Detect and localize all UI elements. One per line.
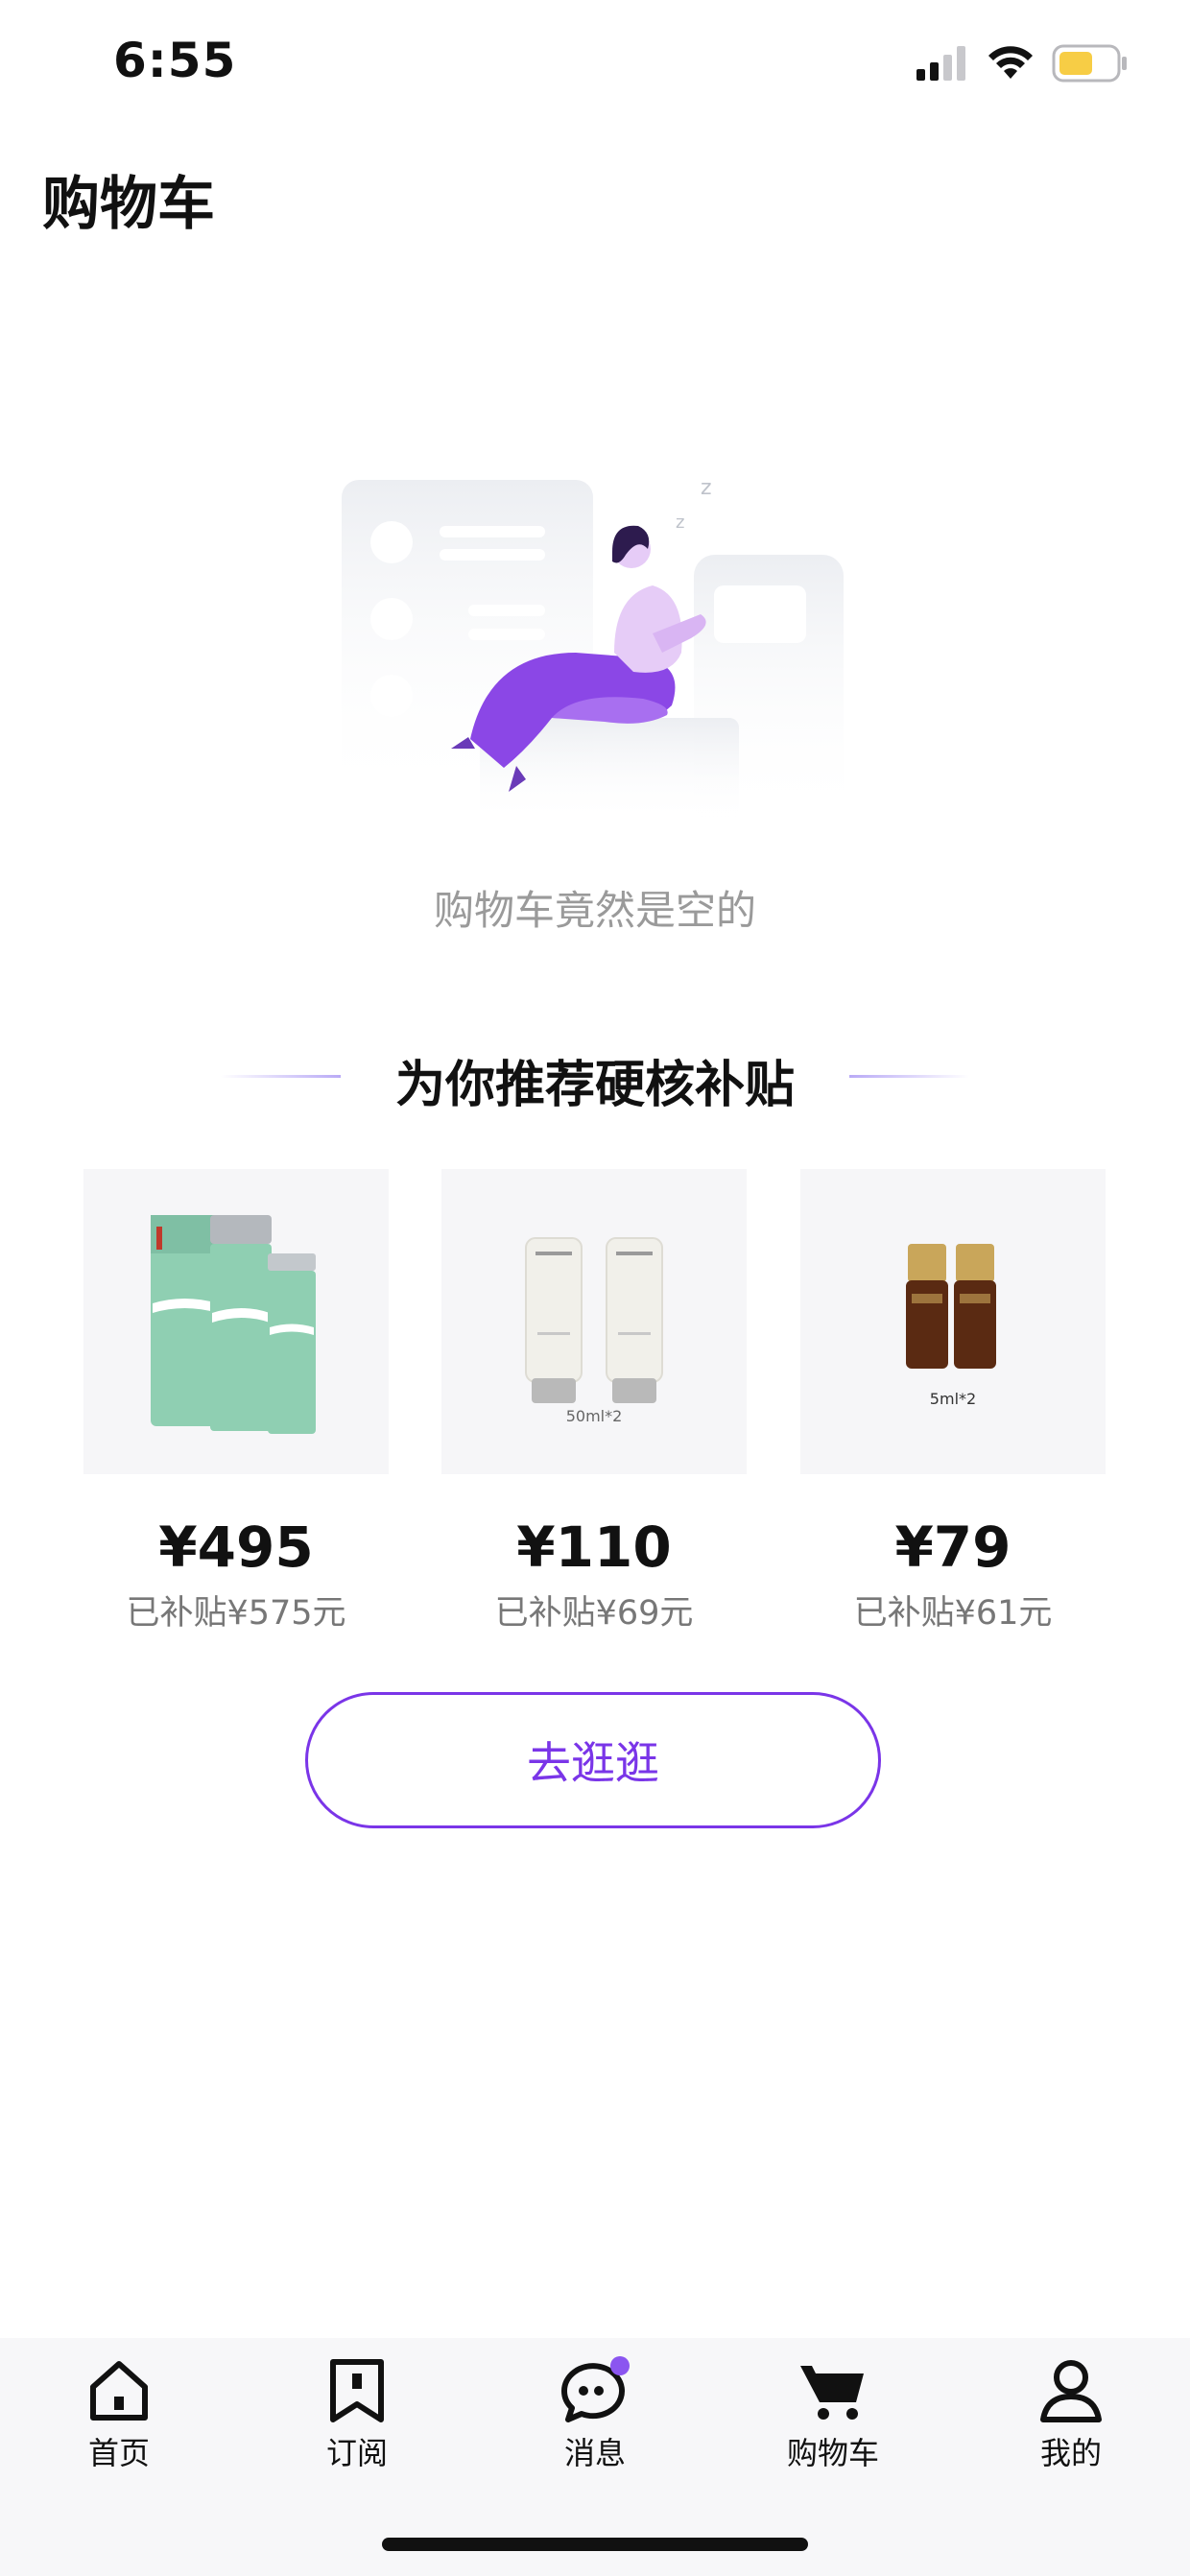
- product-price: ¥79: [894, 1515, 1012, 1580]
- product-subsidy: 已补贴¥69元: [494, 1594, 694, 1633]
- tab-profile[interactable]: 我的: [975, 2356, 1167, 2473]
- bookmark-icon: [330, 2359, 384, 2422]
- profile-icon: [1040, 2360, 1102, 2422]
- tab-label-profile: 我的: [1039, 2435, 1102, 2471]
- message-icon: [561, 2356, 630, 2422]
- cart-icon: [800, 2366, 864, 2420]
- recommend-section-title: 为你推荐硬核补贴: [394, 1057, 795, 1114]
- product-card-lancome[interactable]: 50ml*2: [441, 1169, 747, 1474]
- product-price: ¥495: [158, 1515, 314, 1580]
- product-image-esteelauder: [906, 1244, 996, 1369]
- product-card-esteelauder[interactable]: 5ml*2: [800, 1169, 1106, 1474]
- home-indicator: [382, 2538, 808, 2551]
- status-time: 6:55: [113, 33, 237, 88]
- tab-label-subscribe: 订阅: [325, 2435, 388, 2471]
- product-subsidy: 已补贴¥61元: [853, 1594, 1053, 1633]
- product-price: ¥110: [516, 1515, 672, 1580]
- product-image-biotherm: [151, 1215, 316, 1434]
- tab-label-home: 首页: [87, 2435, 150, 2471]
- tab-cart[interactable]: 购物车: [737, 2356, 929, 2473]
- wifi-icon: [988, 46, 1033, 79]
- tab-home[interactable]: 首页: [23, 2356, 215, 2473]
- page-title: 购物车: [42, 171, 215, 238]
- svg-text:z: z: [701, 476, 712, 500]
- tab-messages[interactable]: 消息: [499, 2356, 691, 2473]
- empty-cart-illustration: z z: [342, 476, 844, 823]
- tab-subscribe[interactable]: 订阅: [261, 2356, 453, 2473]
- empty-cart-message: 购物车竟然是空的: [433, 887, 756, 934]
- home-icon: [90, 2361, 148, 2421]
- browse-button[interactable]: 去逛逛: [305, 1692, 881, 1828]
- product-image-caption: 5ml*2: [929, 1390, 977, 1408]
- product-subsidy: 已补贴¥575元: [126, 1594, 346, 1633]
- tab-label-messages: 消息: [563, 2435, 626, 2471]
- product-image-caption: 50ml*2: [565, 1407, 623, 1425]
- svg-text:z: z: [676, 513, 684, 533]
- product-image-lancome: [525, 1237, 663, 1403]
- tab-label-cart: 购物车: [786, 2435, 879, 2471]
- battery-icon: [1052, 44, 1127, 83]
- section-divider-right: [849, 1075, 969, 1078]
- product-card-biotherm[interactable]: [83, 1169, 389, 1474]
- cellular-signal-icon: [916, 46, 965, 81]
